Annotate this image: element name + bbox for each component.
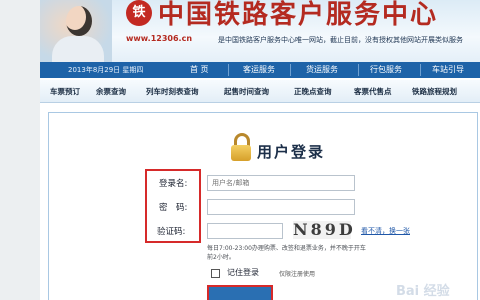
- subnav-sale-time[interactable]: 起售时间查询: [224, 86, 269, 97]
- nav-item-home[interactable]: 首 页: [190, 64, 209, 75]
- site-title: 中国铁路客户服务中心: [158, 0, 439, 30]
- nav-item-freight[interactable]: 货运服务: [306, 64, 338, 75]
- login-panel: 用户登录 登录名: 密 码: 验证码: N89D 看不清，换一张 每日7:00-…: [48, 112, 478, 300]
- railway-logo-icon[interactable]: 铁: [126, 0, 152, 26]
- sub-nav: 车票预订 余票查询 列车时刻表查询 起售时间查询 正晚点查询 客票代售点 铁路旅…: [40, 80, 480, 103]
- captcha-input[interactable]: [207, 223, 283, 239]
- subnav-timetable[interactable]: 列车时刻表查询: [146, 86, 199, 97]
- nav-item-passenger[interactable]: 客运服务: [243, 64, 275, 75]
- login-button[interactable]: [207, 285, 273, 300]
- nav-divider: [358, 64, 359, 76]
- remember-login-note: 仅限注册使用: [279, 271, 316, 278]
- remember-login-label: 记住登录: [227, 268, 259, 277]
- main-nav: 2013年8月29日 星期四 首 页 客运服务 货运服务 行包服务 车站引导: [40, 62, 480, 78]
- password-input[interactable]: [207, 199, 355, 215]
- remember-login-checkbox[interactable]: [211, 269, 220, 278]
- left-gutter: [0, 0, 40, 300]
- lock-icon: [231, 133, 251, 161]
- nav-item-station[interactable]: 车站引导: [432, 64, 464, 75]
- captcha-image[interactable]: N89D: [293, 221, 353, 239]
- subnav-remaining-tickets[interactable]: 余票查询: [96, 86, 126, 97]
- refresh-captcha-link[interactable]: 看不清，换一张: [361, 226, 410, 236]
- service-hours-hint: 每日7:00-23:00办理购票、改签和退票业务，并不晚于开车前2小时。: [207, 245, 366, 261]
- username-input[interactable]: [207, 175, 355, 191]
- person-shirt: [52, 36, 104, 62]
- site-banner: 铁 中国铁路客户服务中心 www.12306.cn 是中国铁路客户服务中心唯一网…: [40, 0, 480, 62]
- nav-divider: [228, 64, 229, 76]
- nav-divider: [420, 64, 421, 76]
- username-label: 登录名:: [159, 179, 188, 189]
- subnav-ticket-booking[interactable]: 车票预订: [50, 86, 80, 97]
- page: 铁 中国铁路客户服务中心 www.12306.cn 是中国铁路客户服务中心唯一网…: [40, 0, 480, 300]
- person-head: [66, 6, 92, 36]
- login-title: 用户登录: [257, 143, 326, 161]
- subnav-agency[interactable]: 客票代售点: [354, 86, 392, 97]
- subnav-trip-planner[interactable]: 铁路旅程规划: [412, 86, 457, 97]
- banner-person-image: [40, 0, 112, 62]
- subnav-delay-query[interactable]: 正晚点查询: [294, 86, 332, 97]
- watermark: Bai 经验: [396, 284, 450, 299]
- site-notice: 是中国铁路客户服务中心唯一网站，截止目前，没有授权其他网站开展类似服务: [218, 36, 463, 44]
- site-url: www.12306.cn: [126, 34, 193, 43]
- captcha-label: 验证码:: [157, 227, 186, 237]
- password-label: 密 码:: [159, 203, 188, 213]
- nav-divider: [290, 64, 291, 76]
- current-date: 2013年8月29日 星期四: [68, 66, 144, 74]
- nav-item-luggage[interactable]: 行包服务: [370, 64, 402, 75]
